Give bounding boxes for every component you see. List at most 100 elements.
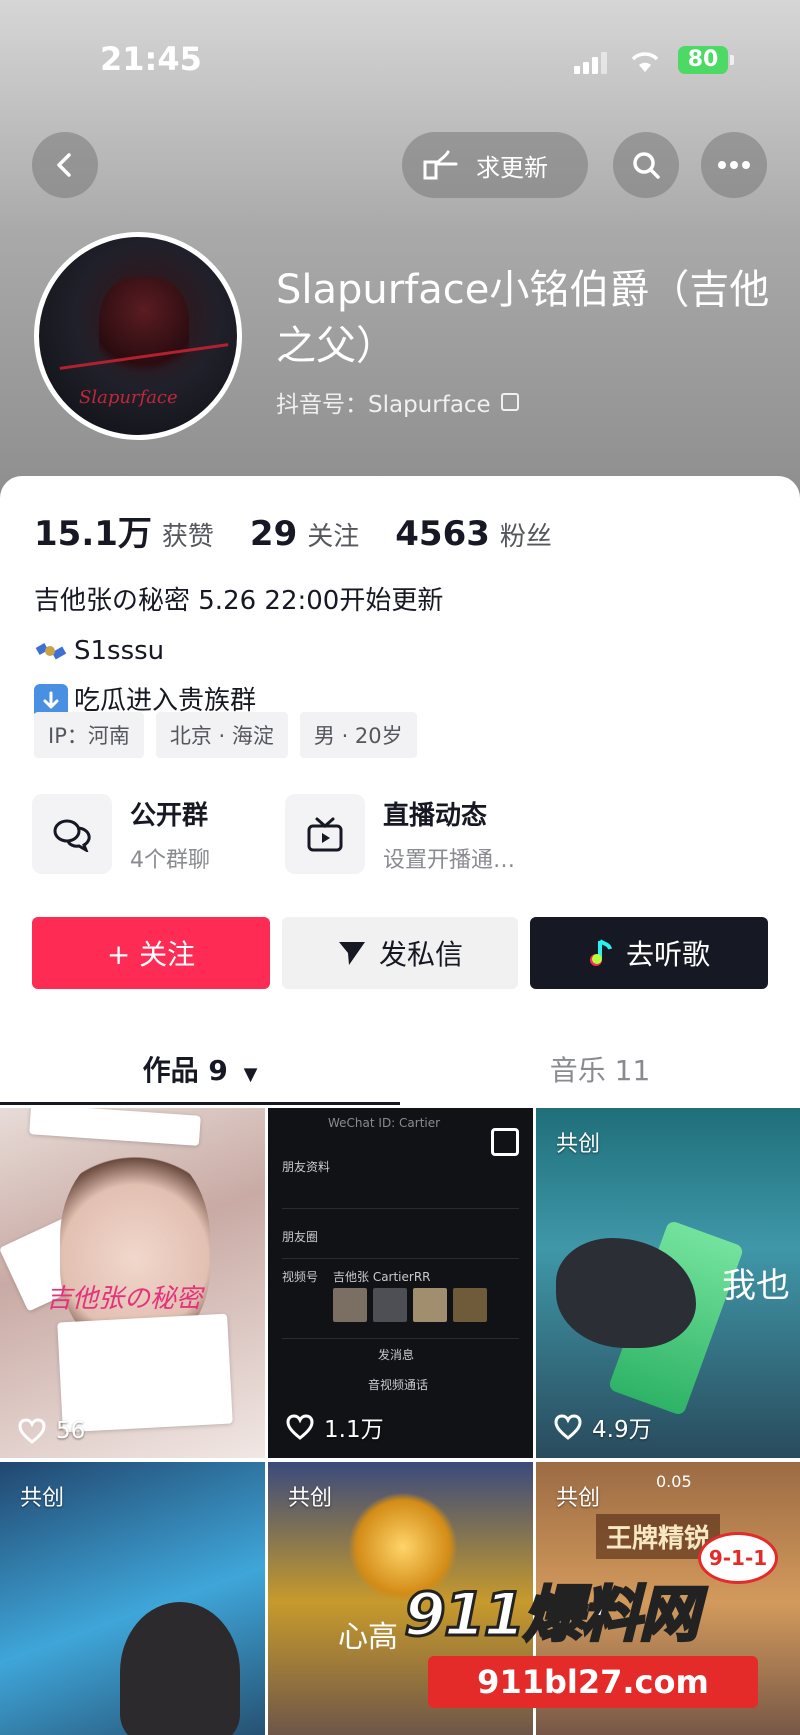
bio-line: S1sssu — [34, 626, 443, 676]
wechat-id-text: WeChat ID: Cartier — [328, 1116, 441, 1130]
heart-icon — [18, 1418, 46, 1444]
tag-ip: IP：河南 — [34, 712, 144, 758]
video-thumbnail[interactable]: 我也 共创 4.9万 — [536, 1108, 800, 1458]
video-thumbnail[interactable]: 共创 — [0, 1462, 265, 1735]
character-graphic — [120, 1602, 240, 1735]
heart-icon — [286, 1414, 314, 1440]
stat-following-label: 关注 — [307, 522, 360, 552]
profile-stats: 15.1万 获赞 29 关注 4563 粉丝 — [34, 506, 552, 555]
search-icon — [633, 152, 660, 179]
stat-followers[interactable]: 4563 粉丝 — [395, 514, 552, 554]
heart-icon — [554, 1414, 582, 1440]
watermark-title: 911爆料网 — [402, 1579, 700, 1652]
back-button[interactable] — [32, 132, 98, 198]
video-likes-count: 1.1万 — [324, 1417, 384, 1443]
video-thumbnail[interactable]: WeChat ID: Cartier 朋友资料 朋友圈 视频号 吉他张 Cart… — [268, 1108, 533, 1458]
wechat-divider — [282, 1208, 519, 1209]
video-likes: 1.1万 — [286, 1410, 384, 1444]
cellular-signal-icon — [574, 52, 608, 74]
active-tab-indicator — [0, 1102, 400, 1105]
chat-screenshot-snippet — [29, 1108, 201, 1146]
stat-followers-value: 4563 — [395, 514, 490, 554]
wechat-row-label: 发消息 — [378, 1348, 415, 1362]
stat-likes[interactable]: 15.1万 获赞 — [34, 506, 214, 555]
douyin-id[interactable]: 抖音号：Slapurface — [276, 385, 519, 419]
channel-thumbnail — [333, 1288, 367, 1322]
public-group-title: 公开群 — [130, 800, 209, 831]
collab-badge: 共创 — [288, 1486, 333, 1511]
avatar-signature: Slapurface — [79, 387, 178, 408]
more-button[interactable] — [701, 132, 767, 198]
tab-works-label: 作品 9 — [142, 1054, 228, 1087]
battery-tip — [730, 55, 734, 65]
request-update-label: 求更新 — [476, 153, 548, 182]
video-likes-count: 56 — [56, 1418, 86, 1444]
stat-following[interactable]: 29 关注 — [250, 514, 359, 554]
profile-tags: IP：河南 北京 · 海淀 男 · 20岁 — [34, 712, 417, 758]
live-updates-subtitle: 设置开播通… — [383, 847, 516, 873]
satellite-emoji-icon — [34, 634, 68, 668]
video-likes-count: 4.9万 — [592, 1417, 652, 1443]
request-update-button[interactable]: 求更新 — [402, 132, 588, 198]
channel-thumbnail — [413, 1288, 447, 1322]
follow-label: + 关注 — [106, 938, 196, 971]
wechat-divider — [282, 1258, 519, 1259]
bio-text-2: S1sssu — [74, 636, 165, 666]
video-overlay-text: 心高 — [338, 1620, 398, 1655]
collab-badge: 共创 — [20, 1486, 65, 1511]
back-chevron-icon — [57, 153, 71, 177]
video-likes: 4.9万 — [554, 1410, 652, 1444]
video-overlay-text: 吉他张の秘密 — [46, 1284, 203, 1314]
tab-music-label: 音乐 11 — [549, 1054, 651, 1087]
wechat-row-label: 朋友资料 — [282, 1160, 331, 1174]
stat-following-value: 29 — [249, 514, 298, 554]
wechat-row-label: 视频号 — [282, 1270, 319, 1284]
live-tv-icon — [285, 794, 365, 874]
video-thumbnail[interactable]: 吉他张の秘密 56 — [0, 1108, 265, 1458]
send-icon — [338, 942, 365, 965]
search-button[interactable] — [613, 132, 679, 198]
stat-followers-label: 粉丝 — [499, 522, 552, 552]
caret-down-icon: ▼ — [243, 1064, 258, 1085]
avatar[interactable]: Slapurface — [34, 232, 242, 440]
follow-button[interactable]: + 关注 — [32, 917, 270, 989]
wechat-channel-name: 吉他张 CartierRR — [333, 1270, 431, 1284]
game-score-text: 0.05 — [656, 1472, 692, 1491]
avatar-figure — [99, 277, 189, 387]
video-overlay-text: 我也 — [722, 1266, 790, 1306]
douyin-id-text: 抖音号：Slapurface — [276, 392, 491, 418]
channel-thumbnail — [453, 1288, 487, 1322]
multi-image-icon — [491, 1128, 519, 1156]
music-note-icon — [589, 939, 612, 966]
copy-icon[interactable] — [500, 393, 519, 411]
wechat-row-label: 音视频通话 — [368, 1378, 429, 1392]
tag-gender-age: 男 · 20岁 — [299, 712, 417, 758]
wifi-icon — [631, 52, 659, 72]
collab-badge: 共创 — [556, 1132, 601, 1157]
more-dots-icon — [718, 161, 750, 169]
listen-music-button[interactable]: 去听歌 — [530, 917, 768, 989]
status-time: 21:45 — [100, 40, 202, 78]
bio-text-1: 吉他张の秘密 5.26 22:00开始更新 — [34, 586, 444, 616]
stat-likes-value: 15.1万 — [34, 514, 152, 554]
tag-location: 北京 · 海淀 — [155, 712, 288, 758]
listen-music-label: 去听歌 — [625, 938, 710, 971]
watermark-logo: 9-1-1 911爆料网 911bl27.com — [398, 1506, 800, 1735]
battery-indicator: 80 — [678, 46, 728, 74]
public-group-tile[interactable]: 公开群 4个群聊 — [32, 794, 210, 874]
public-group-subtitle: 4个群聊 — [130, 847, 210, 873]
watermark-badge: 9-1-1 — [698, 1532, 778, 1584]
send-message-button[interactable]: 发私信 — [282, 917, 518, 989]
pointing-hand-icon — [423, 150, 458, 180]
content-tabs: 作品 9 ▼ 音乐 11 — [0, 1036, 800, 1106]
send-message-label: 发私信 — [378, 938, 463, 971]
tab-music[interactable]: 音乐 11 — [400, 1036, 800, 1106]
tab-works[interactable]: 作品 9 ▼ — [0, 1036, 400, 1110]
live-updates-title: 直播动态 — [383, 800, 488, 831]
live-updates-tile[interactable]: 直播动态 设置开播通… — [285, 794, 515, 874]
stat-likes-label: 获赞 — [161, 522, 214, 552]
status-bar: 21:45 80 — [0, 0, 800, 110]
bio-line: 吉他张の秘密 5.26 22:00开始更新 — [34, 576, 443, 626]
channel-thumbnail — [373, 1288, 407, 1322]
profile-bio: 吉他张の秘密 5.26 22:00开始更新 S1sssu 吃瓜进入贵族群 — [34, 576, 443, 726]
